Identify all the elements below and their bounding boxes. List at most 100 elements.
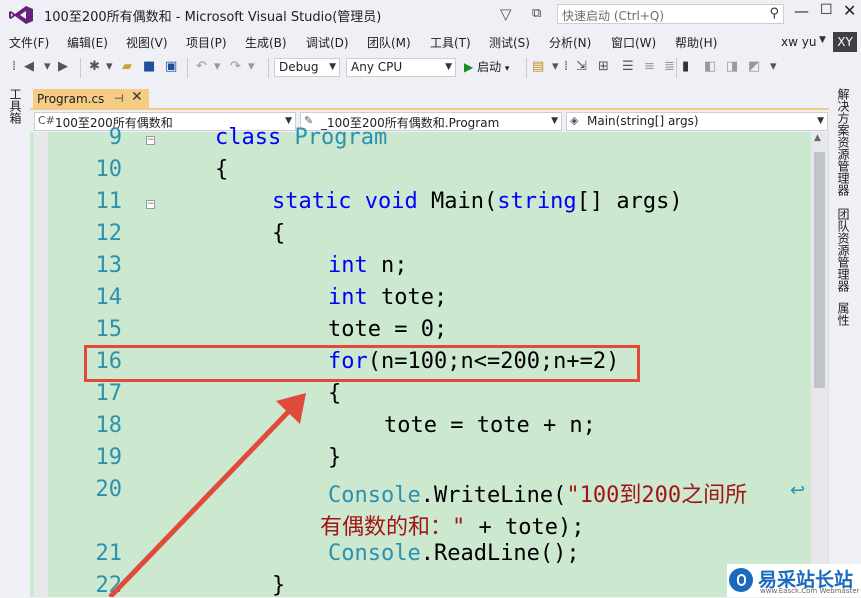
menu-tools[interactable]: 工具(T) [430,34,471,51]
platform-select[interactable]: Any CPU ▼ [346,58,456,77]
line-number: 10 [95,157,123,182]
step-icon[interactable]: ⇲ [576,59,587,74]
avatar[interactable]: XY [833,32,857,52]
save-all-icon[interactable]: ▣ [165,59,177,74]
solution-explorer-tab[interactable]: 解决方案资源管理器 [835,88,852,196]
menu-test[interactable]: 测试(S) [489,34,530,51]
user-name[interactable]: xw yu [781,35,816,49]
open-file-icon[interactable]: ▰ [122,59,132,74]
line-number: 21 [95,541,123,566]
chevron-down-icon: ▼ [329,62,336,72]
chevron-down-icon[interactable]: ▾ [552,59,559,74]
team-explorer-tab[interactable]: 团队资源管理器 [835,208,852,292]
start-label: 启动 [477,60,502,74]
code-line: { [215,157,229,182]
menu-edit[interactable]: 编辑(E) [67,34,108,51]
menu-window[interactable]: 窗口(W) [611,34,656,51]
feedback-icon[interactable]: ⧉ [532,6,541,21]
undo-icon[interactable]: ↶ [196,59,207,74]
outline-icon[interactable]: ☰ [622,59,634,74]
code-line: { [272,221,286,246]
word-wrap-icon: ↩ [790,480,806,501]
collapse-icon[interactable]: − [146,136,155,145]
minimize-icon[interactable]: — [794,2,809,20]
code-line-wrapped: 有偶数的和：" + tote); [320,515,585,540]
menu-view[interactable]: 视图(V) [126,34,168,51]
redo-icon[interactable]: ↷ [230,59,241,74]
collapse-icon[interactable]: − [146,200,155,209]
left-tool-rail [0,84,30,597]
solution-config-select[interactable]: Debug ▼ [274,58,340,77]
line-number: 13 [95,253,123,278]
chevron-down-icon[interactable]: ▾ [106,59,113,74]
line-number: 11 [95,189,123,214]
menu-team[interactable]: 团队(M) [367,34,411,51]
chevron-down-icon[interactable]: ▾ [44,59,51,74]
solution-explorer-icon[interactable]: ⊞ [598,59,609,74]
line-number: 17 [95,381,123,406]
scroll-up-icon[interactable]: ▲ [814,133,821,143]
code-line: int tote; [328,285,448,310]
close-icon[interactable]: ✕ [843,1,856,20]
code-line: int n; [328,253,408,278]
search-icon[interactable]: ⚲ [769,6,779,21]
back-icon[interactable]: ◀ [24,59,34,74]
play-icon: ▶ [464,60,474,74]
menu-help[interactable]: 帮助(H) [675,34,717,51]
code-line: tote = tote + n; [384,413,596,438]
menu-file[interactable]: 文件(F) [9,34,49,51]
line-number: 14 [95,285,123,310]
maximize-icon[interactable]: ☐ [820,2,833,18]
toolbar-separator [676,58,677,78]
solution-config-value: Debug [279,60,319,74]
line-number: 15 [95,317,123,342]
code-line: } [272,573,286,598]
new-project-icon[interactable]: ✱ [89,59,100,74]
prev-bookmark-icon[interactable]: ◧ [704,59,716,74]
scrollbar-thumb[interactable] [814,152,825,388]
uncomment-icon[interactable]: ≣ [664,59,675,74]
code-line: } [328,445,342,470]
visual-studio-logo-icon [9,6,33,24]
menu-project[interactable]: 项目(P) [186,34,227,51]
quick-launch-input[interactable]: 快速启动 (Ctrl+Q) ⚲ [557,4,784,24]
start-button[interactable]: ▶ 启动 ▾ [464,58,509,75]
toolbar-overflow-icon[interactable]: ▾ [770,59,777,74]
chevron-down-icon[interactable]: ▾ [248,59,255,74]
forward-icon[interactable]: ▶ [58,59,68,74]
code-line: { [328,381,342,406]
bookmark-icon[interactable]: ▮ [682,59,689,74]
csharp-project-icon: C# [38,114,55,127]
comment-icon[interactable]: ≡ [644,59,655,74]
properties-tab[interactable]: 属性 [835,302,852,326]
browser-link-icon[interactable]: ▤ [532,59,544,74]
save-icon[interactable]: ■ [143,59,155,74]
code-line: Console.WriteLine("100到200之间所 [328,483,748,508]
menu-debug[interactable]: 调试(D) [306,34,349,51]
toolbar-grip-icon: ⁞ [564,59,569,74]
chevron-down-icon[interactable]: ▾ [214,59,221,74]
line-number: 19 [95,445,123,470]
code-line: tote = 0; [328,317,448,342]
menu-analyze[interactable]: 分析(N) [549,34,591,51]
code-line: class Program [215,125,388,150]
toolbar-separator [187,58,188,78]
chevron-down-icon: ▼ [817,116,824,126]
chevron-down-icon[interactable]: ▼ [819,35,826,45]
menu-build[interactable]: 生成(B) [245,34,287,51]
watermark-url: www.Easck.Com Webmaster [760,587,860,595]
clear-bookmark-icon[interactable]: ◩ [748,59,760,74]
annotation-highlight-box [84,345,640,382]
close-icon[interactable]: ✕ [131,89,143,105]
code-line: static void Main(string[] args) [272,189,683,214]
toolbox-tab[interactable]: 工具箱 [4,88,24,124]
toolbar-separator [526,58,527,78]
member-select[interactable]: ◈ Main(string[] args) ▼ [566,112,828,131]
method-icon: ◈ [570,114,579,127]
document-tab-strip [30,84,829,110]
code-line: Console.ReadLine(); [328,541,580,566]
watermark-logo-mark [737,574,746,586]
pin-icon[interactable]: ⊣ [114,92,124,105]
next-bookmark-icon[interactable]: ◨ [726,59,738,74]
filter-icon[interactable]: ▽ [500,5,512,23]
